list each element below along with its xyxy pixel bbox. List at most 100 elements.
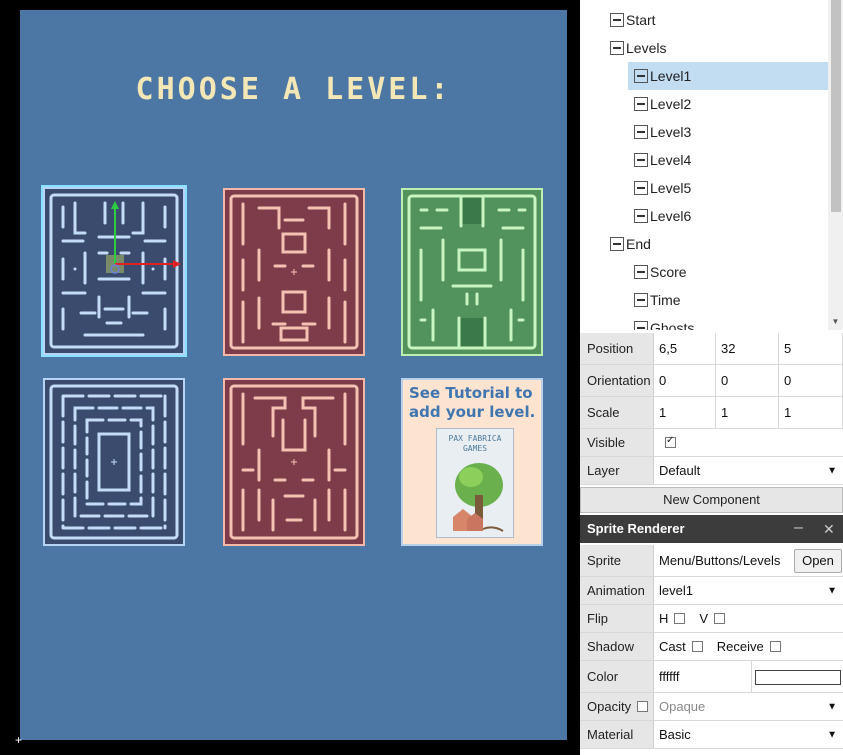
position-x-field[interactable]: 6,5 [654,333,716,364]
tree-item-time[interactable]: Time [628,286,808,314]
minimize-icon[interactable]: – [794,515,808,543]
visible-label: Visible [580,429,654,456]
level-4-tile[interactable] [43,378,185,546]
dropdown-arrow-icon: ▼ [827,729,837,740]
orientation-label: Orientation [580,365,654,396]
sprite-field[interactable]: Menu/Buttons/Levels [654,545,794,576]
tree-item-level2[interactable]: Level2 [628,90,808,118]
color-swatch[interactable] [755,670,841,685]
tree-item-level5[interactable]: Level5 [628,174,808,202]
open-button[interactable]: Open [794,549,842,573]
scroll-down-arrow-icon[interactable]: ▼ [828,316,843,328]
maze-graphic [49,193,181,349]
game-viewport[interactable]: CHOOSE A LEVEL: See Tutorial to add your… [0,0,580,755]
collapse-icon[interactable] [634,153,648,167]
level-1-tile[interactable] [43,187,185,355]
tree-item-end[interactable]: End [604,230,784,258]
opacity-label-text: Opacity [587,699,632,714]
scale-z-field[interactable]: 1 [779,397,843,428]
collapse-icon[interactable] [634,69,648,83]
tree-item-label: Level1 [650,68,692,84]
tree-item-start[interactable]: Start [604,6,784,34]
layer-select[interactable]: Default ▼ [654,457,843,484]
layer-label: Layer [580,457,654,484]
collapse-icon[interactable] [634,209,648,223]
receive-checkbox[interactable] [769,641,781,652]
opacity-select[interactable]: Opaque ▼ [654,693,843,720]
tree-item-label: End [626,236,651,252]
level-5-tile[interactable] [223,378,365,546]
scale-y-field[interactable]: 1 [716,397,779,428]
tree-item-ghosts[interactable]: Ghosts [628,314,808,330]
maze-graphic [49,384,179,540]
collapse-icon[interactable] [634,321,648,330]
tree-item-label: Time [650,292,681,308]
collapse-icon[interactable] [610,237,624,251]
position-y-field[interactable]: 32 [716,333,779,364]
opacity-checkbox[interactable] [637,701,649,712]
animation-select[interactable]: level1 ▼ [654,577,843,604]
tree-item-level6[interactable]: Level6 [628,202,808,230]
visible-row: Visible [580,429,843,457]
scale-x-field[interactable]: 1 [654,397,716,428]
tree-item-label: Score [650,264,687,280]
orientation-x-field[interactable]: 0 [654,365,716,396]
tree-item-label: Level2 [650,96,692,112]
material-select[interactable]: Basic ▼ [654,721,843,748]
dropdown-arrow-icon: ▼ [827,701,837,712]
new-component-button[interactable]: New Component [580,487,843,513]
scrollbar-thumb[interactable] [831,0,841,212]
position-z-field[interactable]: 5 [779,333,843,364]
flip-h-label: H [659,611,669,626]
flip-v-label: V [699,611,709,626]
collapse-icon[interactable] [610,41,624,55]
tree-item-level4[interactable]: Level4 [628,146,808,174]
sprite-label: Sprite [580,545,654,576]
level-3-tile[interactable] [401,188,543,356]
orientation-y-field[interactable]: 0 [716,365,779,396]
collapse-icon[interactable] [610,13,624,27]
flip-h-checkbox[interactable] [674,613,686,624]
level-2-tile[interactable] [223,188,365,356]
tree-item-score[interactable]: Score [628,258,808,286]
collapse-icon[interactable] [634,97,648,111]
receive-label: Receive [716,639,764,654]
cast-label: Cast [659,639,686,654]
flip-row: Flip H V [580,605,843,633]
maze-graphic [229,384,359,540]
flip-v-checkbox[interactable] [714,613,726,624]
material-row: Material Basic ▼ [580,721,843,749]
collapse-icon[interactable] [634,181,648,195]
visible-checkbox[interactable] [665,435,676,448]
color-hex-field[interactable]: ffffff [654,661,752,692]
maze-graphic [229,194,359,350]
material-label: Material [580,721,654,748]
tree-item-level1[interactable]: Level1 [628,62,828,90]
tutorial-text: See Tutorial to add your level. [409,384,536,421]
layer-row: Layer Default ▼ [580,457,843,485]
tree-item-levels[interactable]: Levels [604,34,784,62]
opacity-value: Opaque [659,699,706,714]
layer-value: Default [659,463,701,478]
animation-value: level1 [659,583,693,598]
scene-hierarchy[interactable]: Start Levels Level1 Level2 Level3 Level4 Level… [580,0,843,330]
add-level-tutorial-tile[interactable]: See Tutorial to add your level. PAX FABR… [401,378,543,546]
level-select-screen: CHOOSE A LEVEL: See Tutorial to add your… [20,10,567,740]
opacity-row: Opacity Opaque ▼ [580,693,843,721]
tree-item-label: Levels [626,40,667,56]
material-value: Basic [659,727,691,742]
orientation-z-field[interactable]: 0 [779,365,843,396]
collapse-icon[interactable] [634,293,648,307]
maze-graphic [407,194,537,350]
tree-item-level3[interactable]: Level3 [628,118,808,146]
position-row: Position 6,5 32 5 [580,333,843,365]
page-title: CHOOSE A LEVEL: [135,72,452,107]
dropdown-arrow-icon: ▼ [827,465,837,476]
collapse-icon[interactable] [634,265,648,279]
cast-checkbox[interactable] [691,641,703,652]
color-label: Color [580,661,654,692]
close-icon[interactable]: ✕ [823,515,837,543]
tree-house-icon [453,463,504,532]
scale-row: Scale 1 1 1 [580,397,843,429]
collapse-icon[interactable] [634,125,648,139]
